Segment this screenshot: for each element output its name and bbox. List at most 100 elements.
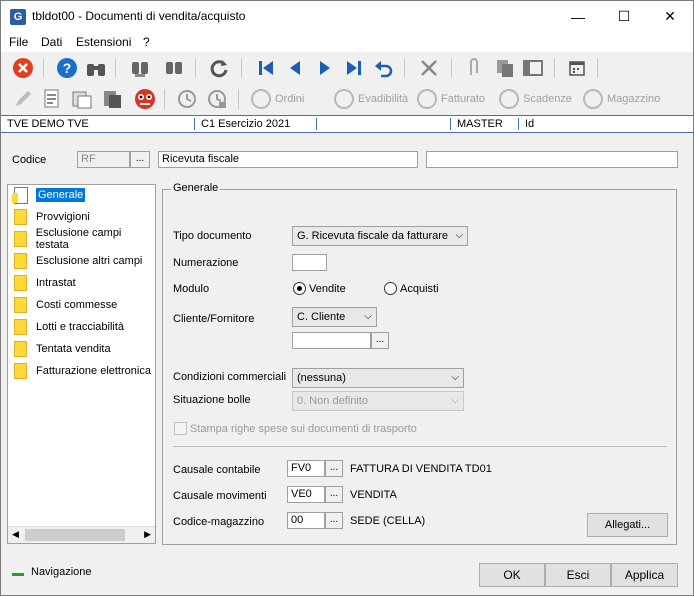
tree-item-label: Fatturazione elettronica xyxy=(36,365,151,377)
help-icon[interactable]: ? xyxy=(54,55,80,81)
evadibilita-icon xyxy=(334,89,354,109)
allegati-button[interactable]: Allegati... xyxy=(587,513,668,537)
menu-estensioni[interactable]: Estensioni xyxy=(76,35,131,49)
ok-button[interactable]: OK xyxy=(479,563,545,587)
find-next-icon[interactable] xyxy=(161,55,187,81)
stampa-righe-checkbox[interactable] xyxy=(174,422,187,435)
causale-movimenti-description: VENDITA xyxy=(350,489,397,501)
codice-magazzino-browse-button[interactable]: ... xyxy=(325,512,343,529)
app-logo-icon: G xyxy=(10,9,26,25)
magazzino-icon xyxy=(583,89,603,109)
tree-item-esclusione-altri-campi[interactable]: Esclusione altri campi xyxy=(14,251,142,271)
cliente-browse-button[interactable]: ... xyxy=(371,332,389,349)
close-button[interactable]: ✕ xyxy=(647,1,693,32)
tree-item-intrastat[interactable]: Intrastat xyxy=(14,273,76,293)
vendite-label[interactable]: Vendite xyxy=(309,283,346,295)
find-record-icon[interactable] xyxy=(127,55,153,81)
search-binoculars-icon[interactable] xyxy=(83,55,109,81)
maximize-button[interactable]: ☐ xyxy=(601,1,647,32)
delete-icon[interactable] xyxy=(416,55,442,81)
scroll-left-icon[interactable]: ◀ xyxy=(12,529,19,540)
situazione-bolle-label: Situazione bolle xyxy=(173,394,251,406)
evadibilita-button[interactable]: Evadibilità xyxy=(358,93,408,105)
toolbar-separator xyxy=(451,58,452,78)
last-record-icon[interactable] xyxy=(341,55,367,81)
first-record-icon[interactable] xyxy=(253,55,279,81)
acquisti-radio[interactable] xyxy=(384,282,397,295)
scroll-right-icon[interactable]: ▶ xyxy=(144,529,151,540)
history-restore-icon[interactable] xyxy=(204,86,230,112)
scrollbar-thumb[interactable] xyxy=(25,529,125,541)
chevron-down-icon: ⌵ xyxy=(364,311,372,322)
tipo-documento-select[interactable]: G. Ricevuta fiscale da fatturare ⌵ xyxy=(292,226,468,246)
cliente-fornitore-select[interactable]: C. Cliente ⌵ xyxy=(292,307,377,327)
history-icon[interactable] xyxy=(174,86,200,112)
modulo-label: Modulo xyxy=(173,283,210,295)
list-documents-icon[interactable] xyxy=(69,86,95,112)
condizioni-value: (nessuna) xyxy=(297,372,346,384)
attachment-icon[interactable] xyxy=(461,55,487,81)
folder-icon xyxy=(14,363,27,379)
undo-icon[interactable] xyxy=(371,55,397,81)
tree-item-esclusione-campi-testata[interactable]: Esclusione campi testata xyxy=(14,227,155,251)
assistant-character-icon[interactable] xyxy=(132,86,158,112)
cliente-code-field[interactable] xyxy=(292,332,371,349)
fatturato-button[interactable]: Fatturato xyxy=(441,93,485,105)
tree-item-label: Generale xyxy=(36,188,86,202)
codice-field[interactable]: RF xyxy=(77,151,130,168)
applica-button[interactable]: Applica xyxy=(611,563,678,587)
extra-description-field[interactable] xyxy=(426,151,678,168)
next-record-icon[interactable] xyxy=(312,55,338,81)
window-panel-icon[interactable] xyxy=(520,55,546,81)
minimize-button[interactable]: — xyxy=(555,1,601,32)
menu-file[interactable]: File xyxy=(9,35,28,49)
ordini-button[interactable]: Ordini xyxy=(275,93,304,105)
condizioni-select[interactable]: (nessuna) ⌵ xyxy=(292,368,464,388)
condizioni-label: Condizioni commerciali xyxy=(173,371,287,383)
causale-movimenti-field[interactable]: VE0 xyxy=(287,486,325,503)
situazione-bolle-select[interactable]: 0. Non definito ⌵ xyxy=(292,391,464,411)
edit-pencil-icon[interactable] xyxy=(10,86,36,112)
vendite-radio[interactable] xyxy=(293,282,306,295)
menu-bar: File Dati Estensioni ? xyxy=(1,32,693,52)
tree-item-tentata-vendita[interactable]: Tentata vendita xyxy=(14,339,111,359)
tree-item-fatturazione-elettronica[interactable]: Fatturazione elettronica xyxy=(14,361,151,381)
toolbar-separator xyxy=(554,58,555,78)
causale-contabile-field[interactable]: FV0 xyxy=(287,460,325,477)
tree-horizontal-scrollbar[interactable]: ◀ ▶ xyxy=(8,526,155,543)
document-form-icon[interactable] xyxy=(39,86,65,112)
causale-contabile-browse-button[interactable]: ... xyxy=(325,460,343,477)
refresh-icon[interactable] xyxy=(206,55,232,81)
calendar-icon[interactable] xyxy=(564,55,590,81)
previous-record-icon[interactable] xyxy=(282,55,308,81)
esci-button[interactable]: Esci xyxy=(545,563,611,587)
magazzino-button[interactable]: Magazzino xyxy=(607,93,660,105)
folder-icon xyxy=(14,209,27,225)
copy-icon[interactable] xyxy=(492,55,518,81)
toolbar-separator xyxy=(241,58,242,78)
tree-item-label: Intrastat xyxy=(36,277,76,289)
codice-browse-button[interactable]: ... xyxy=(130,151,150,168)
scadenze-button[interactable]: Scadenze xyxy=(523,93,572,105)
numerazione-field[interactable] xyxy=(292,254,327,271)
stack-documents-icon[interactable] xyxy=(99,86,125,112)
exit-icon[interactable] xyxy=(10,55,36,81)
tree-item-lotti[interactable]: Lotti e tracciabilità xyxy=(14,317,124,337)
id-label: Id xyxy=(525,118,535,130)
codice-magazzino-field[interactable]: 00 xyxy=(287,512,325,529)
tree-item-provvigioni[interactable]: Provvigioni xyxy=(14,207,90,227)
tree-item-generale[interactable]: Generale xyxy=(12,185,86,205)
description-field[interactable]: Ricevuta fiscale xyxy=(158,151,418,168)
tipo-documento-value: G. Ricevuta fiscale da fatturare xyxy=(297,230,449,242)
menu-help[interactable]: ? xyxy=(143,35,150,49)
menu-dati[interactable]: Dati xyxy=(41,35,62,49)
section-tree: Generale Provvigioni Esclusione campi te… xyxy=(7,184,156,544)
causale-contabile-description: FATTURA DI VENDITA TD01 xyxy=(350,463,492,475)
numerazione-label: Numerazione xyxy=(173,257,239,269)
svg-text:?: ? xyxy=(63,60,72,76)
folder-icon xyxy=(14,297,27,313)
causale-movimenti-browse-button[interactable]: ... xyxy=(325,486,343,503)
application-window: G tbldot00 - Documenti di vendita/acquis… xyxy=(0,0,694,596)
acquisti-label[interactable]: Acquisti xyxy=(400,283,439,295)
tree-item-costi-commesse[interactable]: Costi commesse xyxy=(14,295,117,315)
